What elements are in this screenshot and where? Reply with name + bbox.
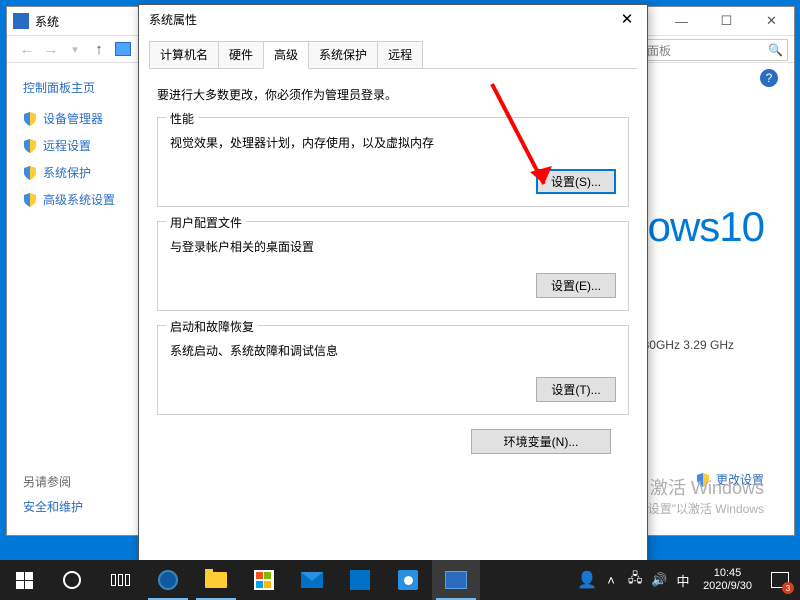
dlg-tabs: 计算机名 硬件 高级 系统保护 远程: [139, 33, 647, 70]
start-button[interactable]: [0, 560, 48, 600]
startup-recovery-settings-button[interactable]: 设置(T)...: [536, 377, 616, 402]
performance-group: 性能 视觉效果，处理器计划，内存使用，以及虚拟内存 设置(S)...: [157, 117, 629, 207]
tab-advanced[interactable]: 高级: [263, 41, 309, 69]
user-profiles-desc: 与登录帐户相关的桌面设置: [170, 238, 616, 255]
sidebar: 控制面板主页 设备管理器 远程设置 系统保护 高级系统设置 另请参阅 安全和维护: [7, 63, 157, 535]
task-view-button[interactable]: [96, 560, 144, 600]
user-profiles-settings-button[interactable]: 设置(E)...: [536, 273, 616, 298]
store-icon: [254, 570, 274, 590]
calendar-icon: [350, 570, 370, 590]
admin-intro-text: 要进行大多数更改，你必须作为管理员登录。: [157, 86, 629, 103]
security-maintenance-link[interactable]: 安全和维护: [23, 498, 83, 515]
shield-icon: [23, 166, 37, 180]
system-app[interactable]: [432, 560, 480, 600]
maximize-button[interactable]: ☐: [704, 7, 749, 35]
cpu-info: .30GHz 3.29 GHz: [639, 338, 734, 352]
tray-chevron-up-icon[interactable]: ˄: [599, 573, 623, 588]
system-properties-dialog: 系统属性 ✕ 计算机名 硬件 高级 系统保护 远程 要进行大多数更改，你必须作为…: [138, 4, 648, 564]
performance-legend: 性能: [166, 110, 198, 127]
tray-clock[interactable]: 10:45 2020/9/30: [695, 567, 760, 593]
minimize-button[interactable]: —: [659, 7, 704, 35]
tab-system-protection[interactable]: 系统保护: [308, 41, 378, 69]
action-center-button[interactable]: 3: [760, 560, 800, 600]
dlg-body: 要进行大多数更改，你必须作为管理员登录。 性能 视觉效果，处理器计划，内存使用，…: [139, 70, 647, 466]
tab-hardware[interactable]: 硬件: [218, 41, 264, 69]
edge-icon: [158, 570, 178, 590]
tray-network-icon[interactable]: 🖧: [623, 569, 647, 591]
mail-icon: [301, 572, 323, 588]
cortana-button[interactable]: [48, 560, 96, 600]
dlg-close-button[interactable]: ✕: [607, 5, 647, 33]
cortana-icon: [63, 571, 81, 589]
tab-computer-name[interactable]: 计算机名: [149, 41, 219, 69]
tray-people-icon[interactable]: 👤: [575, 570, 599, 590]
performance-desc: 视觉效果，处理器计划，内存使用，以及虚拟内存: [170, 134, 616, 151]
forward-button[interactable]: →: [39, 41, 63, 58]
tray-ime-indicator[interactable]: 中: [671, 571, 695, 590]
system-icon: [13, 13, 29, 29]
environment-variables-button[interactable]: 环境变量(N)...: [471, 429, 611, 454]
user-profiles-legend: 用户配置文件: [166, 214, 246, 231]
sidebar-item-protection[interactable]: 系统保护: [23, 164, 157, 181]
system-tray: 👤 ˄ 🖧 🔊 中 10:45 2020/9/30 3: [575, 560, 800, 600]
startup-recovery-legend: 启动和故障恢复: [166, 318, 258, 335]
shield-icon: [23, 112, 37, 126]
bg-title: 系统: [35, 13, 59, 30]
mail-app[interactable]: [288, 560, 336, 600]
system-app-icon: [445, 571, 467, 589]
task-view-icon: [111, 574, 130, 586]
folder-icon: [205, 572, 227, 588]
file-explorer-app[interactable]: [192, 560, 240, 600]
back-button[interactable]: ←: [15, 41, 39, 58]
bg-window-buttons: — ☐ ✕: [659, 7, 794, 35]
tray-time: 10:45: [703, 567, 752, 580]
notification-badge: 3: [782, 582, 794, 594]
sidebar-item-device-manager[interactable]: 设备管理器: [23, 110, 157, 127]
see-also: 另请参阅 安全和维护: [23, 473, 83, 515]
sidebar-item-advanced[interactable]: 高级系统设置: [23, 191, 157, 208]
up-button[interactable]: ↑: [87, 41, 111, 58]
startup-recovery-group: 启动和故障恢复 系统启动、系统故障和调试信息 设置(T)...: [157, 325, 629, 415]
performance-settings-button[interactable]: 设置(S)...: [536, 169, 616, 194]
edge-app[interactable]: [144, 560, 192, 600]
dlg-title: 系统属性: [149, 11, 197, 28]
taskbar: 👤 ˄ 🖧 🔊 中 10:45 2020/9/30 3: [0, 560, 800, 600]
user-profiles-group: 用户配置文件 与登录帐户相关的桌面设置 设置(E)...: [157, 221, 629, 311]
startup-recovery-desc: 系统启动、系统故障和调试信息: [170, 342, 616, 359]
search-icon: 🔍: [768, 43, 783, 57]
see-also-header: 另请参阅: [23, 473, 83, 490]
calendar-app[interactable]: [336, 560, 384, 600]
control-panel-home-link[interactable]: 控制面板主页: [23, 79, 157, 96]
sidebar-item-remote[interactable]: 远程设置: [23, 137, 157, 154]
tray-volume-icon[interactable]: 🔊: [647, 572, 671, 588]
shield-icon: [23, 139, 37, 153]
dlg-titlebar: 系统属性 ✕: [139, 5, 647, 33]
store-app[interactable]: [240, 560, 288, 600]
tray-date: 2020/9/30: [703, 580, 752, 593]
monitor-icon: [115, 42, 131, 56]
people-app[interactable]: [384, 560, 432, 600]
tab-remote[interactable]: 远程: [377, 41, 423, 69]
close-button[interactable]: ✕: [749, 7, 794, 35]
recent-dropdown[interactable]: ▾: [63, 43, 87, 56]
people-icon: [398, 570, 418, 590]
shield-icon: [23, 193, 37, 207]
